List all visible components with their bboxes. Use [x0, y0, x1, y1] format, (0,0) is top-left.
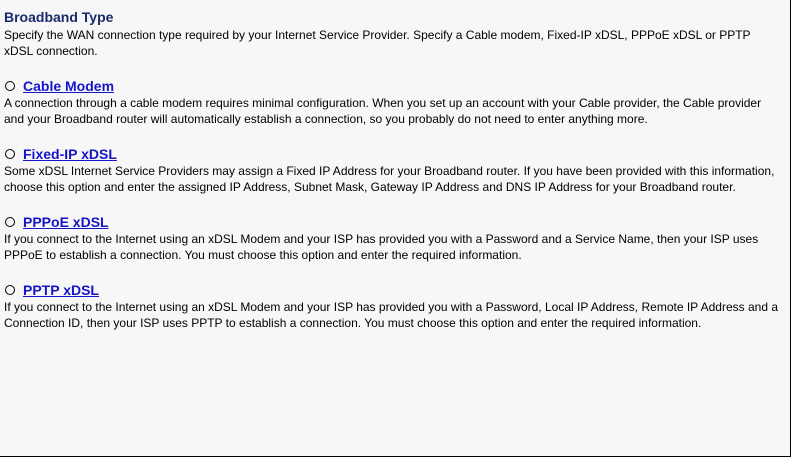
option-pptp-xdsl: PPTP xDSL If you connect to the Internet… — [4, 281, 780, 331]
cable-modem-radio[interactable] — [5, 81, 15, 91]
pptp-xdsl-radio[interactable] — [5, 285, 15, 295]
pptp-xdsl-description: If you connect to the Internet using an … — [4, 300, 779, 330]
section-description: Specify the WAN connection type required… — [4, 28, 751, 58]
pppoe-xdsl-radio[interactable] — [5, 217, 15, 227]
fixed-ip-xdsl-description: Some xDSL Internet Service Providers may… — [4, 164, 775, 194]
broadband-type-panel: Broadband Type Specify the WAN connectio… — [0, 0, 791, 457]
cable-modem-description: A connection through a cable modem requi… — [4, 96, 762, 126]
cable-modem-link[interactable]: Cable Modem — [23, 78, 114, 94]
fixed-ip-xdsl-radio[interactable] — [5, 149, 15, 159]
pppoe-xdsl-link[interactable]: PPPoE xDSL — [23, 214, 109, 230]
pptp-xdsl-link[interactable]: PPTP xDSL — [23, 282, 99, 298]
fixed-ip-xdsl-link[interactable]: Fixed-IP xDSL — [23, 146, 117, 162]
option-fixed-ip-xdsl: Fixed-IP xDSL Some xDSL Internet Service… — [4, 145, 780, 195]
option-pppoe-xdsl: PPPoE xDSL If you connect to the Interne… — [4, 213, 780, 263]
pppoe-xdsl-description: If you connect to the Internet using an … — [4, 232, 759, 262]
section-title: Broadband Type — [4, 9, 114, 25]
option-cable-modem: Cable Modem A connection through a cable… — [4, 77, 780, 127]
